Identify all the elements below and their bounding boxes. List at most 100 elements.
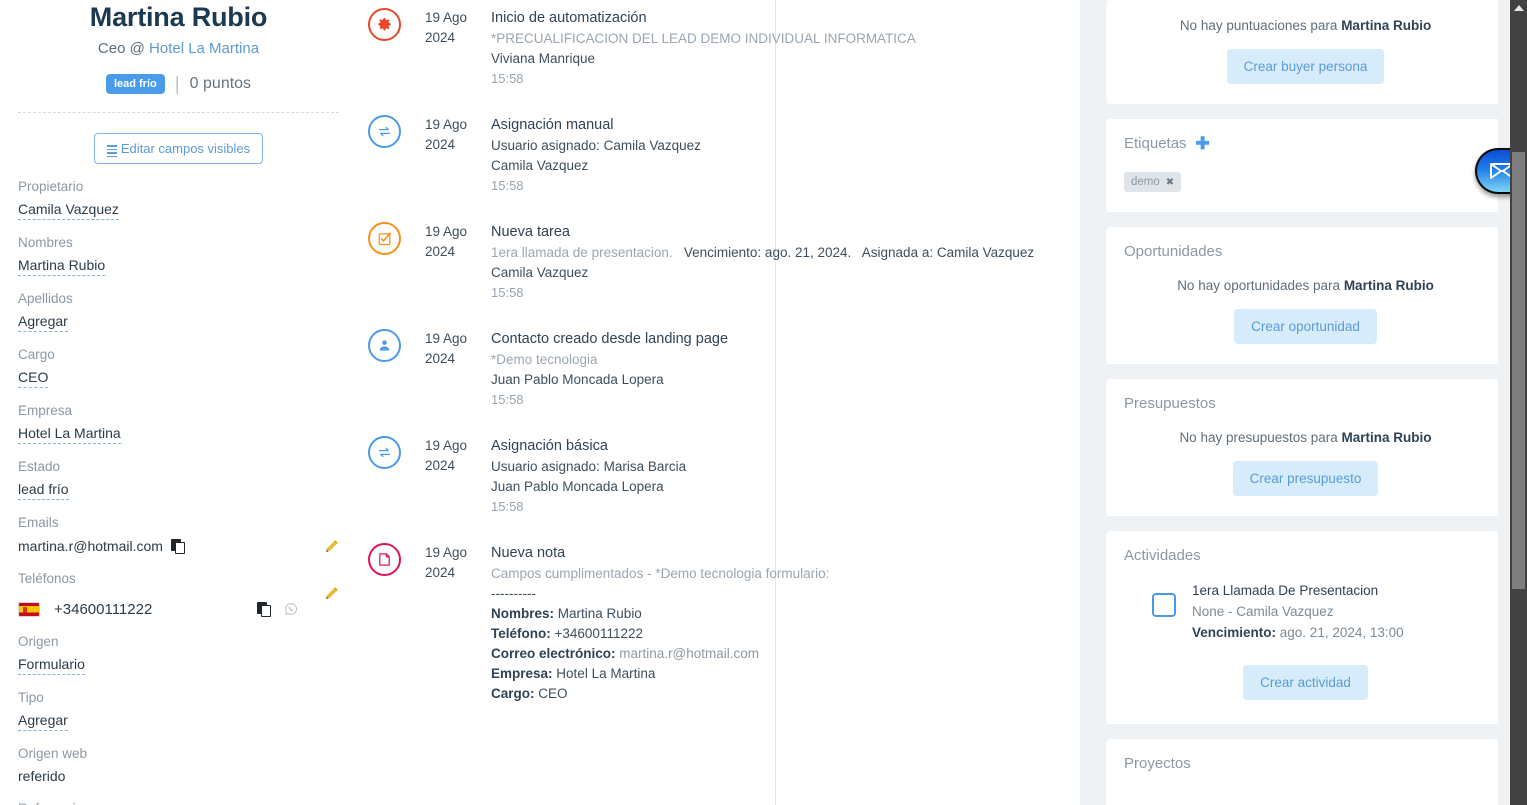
activity-due-label: Vencimiento: [1192, 625, 1277, 640]
field-label: Apellidos [18, 291, 73, 306]
scoring-card: No hay puntuaciones para Martina Rubio C… [1106, 0, 1505, 104]
timeline-title[interactable]: Contacto creado desde landing page [491, 329, 1080, 350]
timeline-time: 15:58 [491, 178, 524, 193]
timeline-body: Asignación básica Usuario asignado: Maris… [491, 436, 1080, 543]
field-value[interactable]: CEO [18, 368, 49, 388]
edit-pencil-icon[interactable] [325, 539, 339, 553]
timeline-marker [368, 543, 401, 576]
phones-label: Teléfonos [18, 571, 76, 586]
field-empresa: Empresa Hotel La Martina [18, 402, 339, 444]
gear-icon [378, 17, 391, 31]
note-separator: ---------- [491, 586, 536, 601]
field-value[interactable]: Formulario [18, 655, 85, 675]
edit-pencil-icon[interactable] [325, 586, 339, 600]
field-label: Propietario [18, 179, 84, 194]
timeline-list: 19 Ago 2024 Inicio de automatización *PRECU… [368, 0, 1080, 730]
field-apellidos: Apellidos Agregar [18, 290, 339, 332]
timeline-date-day: 19 Ago [425, 224, 468, 239]
create-opportunity-button[interactable]: Crear oportunidad [1234, 309, 1377, 344]
timeline-time: 15:58 [491, 71, 524, 86]
opportunities-empty-text: No hay oportunidades para Martina Rubio [1124, 276, 1487, 295]
scroll-up-arrow-icon[interactable] [1513, 5, 1524, 11]
field-value[interactable]: Agregar [18, 711, 68, 731]
timeline-body: Contacto creado desde landing page *Demo … [491, 329, 1080, 436]
activity-due-value: ago. 21, 2024, 13:00 [1276, 625, 1404, 640]
copy-icon[interactable] [257, 602, 272, 617]
opportunities-card: Oportunidades No hay oportunidades para … [1106, 227, 1505, 364]
timeline-date-year: 2024 [425, 137, 456, 152]
timeline-item: 19 Ago 2024 Nueva tarea 1era llamada de pre… [368, 222, 1080, 329]
timeline-user: Juan Pablo Moncada Lopera [491, 479, 664, 494]
note-field-line: Nombres: Martina Rubio [491, 606, 642, 621]
tag-chip[interactable]: demo ✖ [1124, 172, 1182, 192]
activity-checkbox[interactable] [1152, 593, 1176, 617]
timeline-description: *PRECUALIFICACION DEL LEAD DEMO INDIVIDU… [491, 31, 916, 46]
timeline-body: Asignación manual Usuario asignado: Camil… [491, 115, 1080, 222]
tags-title: Etiquetas [1124, 135, 1187, 152]
phone-value[interactable]: +34600111222 [54, 601, 152, 618]
field-label: Empresa [18, 403, 73, 418]
activity-timeline: 19 Ago 2024 Inicio de automatización *PRECU… [357, 0, 1080, 805]
whatsapp-icon[interactable] [284, 602, 298, 616]
timeline-date-year: 2024 [425, 244, 456, 259]
email-value[interactable]: martina.r@hotmail.com [18, 538, 163, 554]
note-field-line: Empresa: Hotel La Martina [491, 666, 656, 681]
field-label: Cargo [18, 347, 55, 362]
field-label: Tipo [18, 690, 44, 705]
timeline-title[interactable]: Asignación básica [491, 436, 1080, 457]
timeline-marker [368, 8, 401, 41]
create-buyer-persona-button[interactable]: Crear buyer persona [1226, 49, 1385, 84]
phones-field: Teléfonos +34600111222 [18, 570, 339, 619]
create-activity-button[interactable]: Crear actividad [1243, 665, 1368, 700]
opportunities-empty-name: Martina Rubio [1343, 278, 1434, 293]
field-propietario: Propietario Camila Vazquez [18, 178, 339, 220]
timeline-title[interactable]: Inicio de automatización [491, 8, 1080, 29]
field-value[interactable]: Camila Vazquez [18, 200, 119, 220]
timeline-body: Inicio de automatización *PRECUALIFICACIO… [491, 8, 1080, 115]
right-gutter [1498, 0, 1510, 805]
timeline-description: Usuario asignado: Marisa Barcia [491, 459, 687, 474]
timeline-title[interactable]: Nueva nota [491, 543, 1080, 564]
activity-item-title: 1era Llamada De Presentacion [1192, 583, 1379, 598]
timeline-item: 19 Ago 2024 Inicio de automatización *PRECU… [368, 8, 1080, 115]
field-label: Referencia [18, 800, 339, 805]
timeline-time: 15:58 [491, 392, 524, 407]
timeline-title[interactable]: Nueva tarea [491, 222, 1080, 243]
timeline-date: 19 Ago 2024 [425, 222, 487, 329]
emails-field: Emails martina.r@hotmail.com [18, 514, 339, 556]
field-label: Origen [18, 634, 59, 649]
fields-bottom-group: Origen Formulario Tipo Agregar Origen web ref… [18, 633, 339, 805]
field-value[interactable]: Martina Rubio [18, 256, 106, 276]
timeline-marker [368, 115, 401, 148]
contact-company-link[interactable]: Hotel La Martina [149, 40, 259, 57]
right-sidebar: No hay puntuaciones para Martina Rubio C… [1080, 0, 1527, 805]
field-value[interactable]: Hotel La Martina [18, 424, 121, 444]
timeline-date-year: 2024 [425, 458, 456, 473]
field-label: Origen web [18, 746, 88, 761]
field-origen: Origen Formulario [18, 633, 339, 675]
copy-icon[interactable] [170, 539, 185, 554]
badge-divider: | [174, 73, 180, 95]
field-tipo: Tipo Agregar [18, 689, 339, 731]
timeline-item: 19 Ago 2024 Asignación manual Usuario asign… [368, 115, 1080, 222]
create-quote-button[interactable]: Crear presupuesto [1232, 461, 1379, 496]
timeline-title[interactable]: Asignación manual [491, 115, 1080, 136]
timeline-user: Camila Vazquez [491, 158, 589, 173]
quotes-empty-text: No hay presupuestos para Martina Rubio [1124, 428, 1487, 447]
scrollbar-thumb[interactable] [1512, 152, 1525, 589]
remove-tag-icon[interactable]: ✖ [1166, 177, 1174, 188]
field-value[interactable]: Agregar [18, 312, 68, 332]
timeline-body: Nueva nota Campos cumplimentados - *Demo … [491, 543, 1080, 730]
page-scrollbar[interactable] [1510, 0, 1527, 805]
note-field-line: Correo electrónico: martina.r@hotmail.co… [491, 646, 760, 661]
timeline-date-day: 19 Ago [425, 331, 468, 346]
timeline-user: Camila Vazquez [491, 265, 589, 280]
add-tag-icon[interactable]: ✚ [1196, 135, 1210, 152]
timeline-description: *Demo tecnologia [491, 352, 598, 367]
activity-text-group: 1era Llamada De Presentacion None - Cami… [1192, 580, 1404, 643]
status-badge[interactable]: lead frío [105, 74, 165, 94]
timeline-date-day: 19 Ago [425, 117, 468, 132]
edit-visible-fields-button[interactable]: Editar campos visibles [93, 133, 264, 164]
opportunities-title: Oportunidades [1124, 243, 1223, 260]
field-value[interactable]: lead frío [18, 480, 69, 500]
